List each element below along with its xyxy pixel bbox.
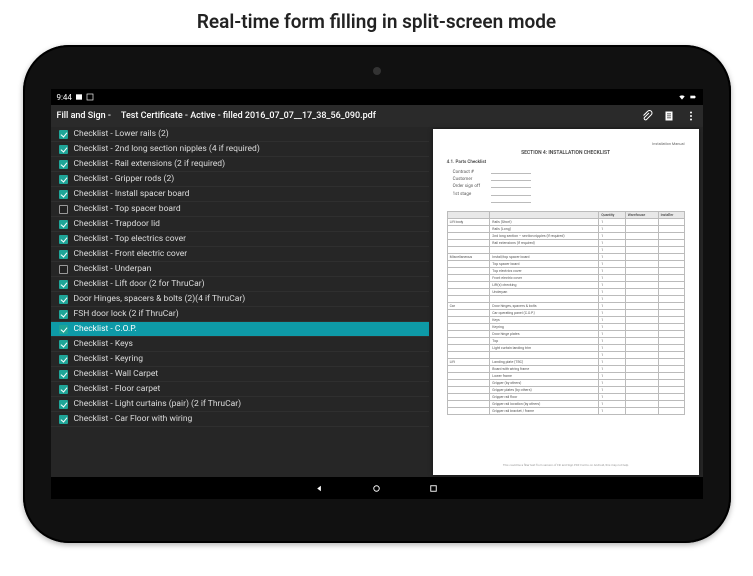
checkbox[interactable]: [59, 250, 68, 259]
app-bar: Fill and Sign - Test Certificate - Activ…: [51, 105, 703, 127]
checkbox[interactable]: [59, 295, 68, 304]
calendar-icon: [75, 93, 83, 101]
checklist[interactable]: Checklist - Lower rails (2) Checklist - 2…: [51, 127, 429, 427]
checklist-item[interactable]: Checklist - Top electrics cover: [51, 232, 429, 247]
checklist-label: Checklist - Rail extensions (2 if requir…: [74, 159, 226, 169]
document-title: Test Certificate - Active - filled 2016_…: [121, 111, 631, 121]
checklist-label: FSH door lock (2 if ThruCar): [74, 309, 179, 319]
app-title: Fill and Sign -: [57, 111, 111, 121]
checklist-item[interactable]: Checklist - Lift door (2 for ThruCar): [51, 277, 429, 292]
checkbox[interactable]: [59, 385, 68, 394]
checkbox[interactable]: [59, 355, 68, 364]
more-icon[interactable]: [685, 110, 697, 122]
checklist-item[interactable]: Checklist - Wall Carpet: [51, 367, 429, 382]
checklist-item[interactable]: Checklist - Keys: [51, 337, 429, 352]
preview-pane[interactable]: Installation Manual SECTION 4: INSTALLAT…: [429, 127, 703, 477]
checklist-label: Checklist - 2nd long section nipples (4 …: [74, 144, 260, 154]
home-icon[interactable]: [371, 483, 382, 494]
back-icon[interactable]: [314, 483, 325, 494]
recent-icon[interactable]: [428, 483, 439, 494]
doc-footer: This could be a filler text from version…: [447, 463, 685, 467]
checklist-item[interactable]: Checklist - Keyring: [51, 352, 429, 367]
checklist-item[interactable]: Checklist - Gripper rods (2): [51, 172, 429, 187]
checklist-label: Checklist - Keyring: [74, 354, 143, 364]
checklist-item[interactable]: Checklist - Front electric cover: [51, 247, 429, 262]
document-preview[interactable]: Installation Manual SECTION 4: INSTALLAT…: [433, 129, 699, 475]
battery-icon: [689, 93, 697, 101]
checkbox[interactable]: [59, 400, 68, 409]
checkbox[interactable]: [59, 130, 68, 139]
doc-header-right: Installation Manual: [447, 141, 685, 146]
checklist-label: Checklist - Trapdoor lid: [74, 219, 160, 229]
wifi-icon: [678, 93, 686, 101]
checkbox[interactable]: [59, 280, 68, 289]
nav-bar: [51, 477, 703, 499]
doc-section-title: SECTION 4: INSTALLATION CHECKLIST: [447, 150, 685, 156]
checklist-item[interactable]: Checklist - Light curtains (pair) (2 if …: [51, 397, 429, 412]
checklist-item[interactable]: Checklist - 2nd long section nipples (4 …: [51, 142, 429, 157]
checklist-label: Checklist - Lift door (2 for ThruCar): [74, 279, 205, 289]
doc-fields: Contract #CustomerOrder sign off1st stag…: [453, 169, 685, 203]
camera-dot: [373, 67, 381, 75]
status-time: 9:44: [57, 93, 72, 102]
checklist-item[interactable]: Checklist - C.O.P.: [51, 322, 429, 337]
checkbox[interactable]: [59, 235, 68, 244]
checklist-label: Checklist - Car Floor with wiring: [74, 414, 193, 424]
document-icon[interactable]: [663, 110, 675, 122]
checklist-item[interactable]: Checklist - Lower rails (2): [51, 127, 429, 142]
checklist-label: Checklist - Wall Carpet: [74, 369, 159, 379]
doc-table: QuantityWarehouseInstallerLift bodyRails…: [447, 211, 685, 415]
status-bar: 9:44: [51, 89, 703, 105]
checkbox[interactable]: [59, 340, 68, 349]
form-pane: Checklist - Lower rails (2) Checklist - 2…: [51, 127, 429, 477]
checklist-item[interactable]: Checklist - Top spacer board: [51, 202, 429, 217]
checklist-item[interactable]: Door Hinges, spacers & bolts (2)(4 if Th…: [51, 292, 429, 307]
split-content: Checklist - Lower rails (2) Checklist - 2…: [51, 127, 703, 477]
checklist-item[interactable]: Checklist - Floor carpet: [51, 382, 429, 397]
checklist-item[interactable]: Checklist - Car Floor with wiring: [51, 412, 429, 427]
checklist-label: Checklist - Top spacer board: [74, 204, 181, 214]
checklist-label: Door Hinges, spacers & bolts (2)(4 if Th…: [74, 294, 246, 304]
checkbox[interactable]: [59, 415, 68, 424]
checkbox[interactable]: [59, 205, 68, 214]
checkbox[interactable]: [59, 220, 68, 229]
checklist-item[interactable]: FSH door lock (2 if ThruCar): [51, 307, 429, 322]
checklist-label: Checklist - Install spacer board: [74, 189, 190, 199]
checklist-item[interactable]: Checklist - Trapdoor lid: [51, 217, 429, 232]
checkbox[interactable]: [59, 175, 68, 184]
checklist-label: Checklist - Floor carpet: [74, 384, 161, 394]
checkbox[interactable]: [59, 160, 68, 169]
tablet-frame: 9:44 Fill and Sign - Test Certificate - …: [23, 45, 731, 543]
checklist-item[interactable]: Checklist - Underpan: [51, 262, 429, 277]
checklist-label: Checklist - Light curtains (pair) (2 if …: [74, 399, 242, 409]
checkbox[interactable]: [59, 265, 68, 274]
checklist-label: Checklist - Keys: [74, 339, 133, 349]
checklist-label: Checklist - Front electric cover: [74, 249, 188, 259]
doc-subtitle: 4.1. Parts Checklist: [447, 160, 685, 165]
checkbox[interactable]: [59, 145, 68, 154]
checklist-label: Checklist - Underpan: [74, 264, 152, 274]
app-status-icon: [86, 93, 94, 101]
checkbox[interactable]: [59, 190, 68, 199]
checklist-label: Checklist - Lower rails (2): [74, 129, 169, 139]
checkbox[interactable]: [59, 310, 68, 319]
screen: 9:44 Fill and Sign - Test Certificate - …: [51, 89, 703, 499]
checklist-label: Checklist - C.O.P.: [74, 324, 137, 334]
checklist-label: Checklist - Gripper rods (2): [74, 174, 175, 184]
checklist-item[interactable]: Checklist - Install spacer board: [51, 187, 429, 202]
caption: Real-time form filling in split-screen m…: [0, 0, 753, 37]
attachment-icon[interactable]: [641, 110, 653, 122]
checklist-item[interactable]: Checklist - Rail extensions (2 if requir…: [51, 157, 429, 172]
checklist-label: Checklist - Top electrics cover: [74, 234, 186, 244]
checkbox[interactable]: [59, 325, 68, 334]
checkbox[interactable]: [59, 370, 68, 379]
